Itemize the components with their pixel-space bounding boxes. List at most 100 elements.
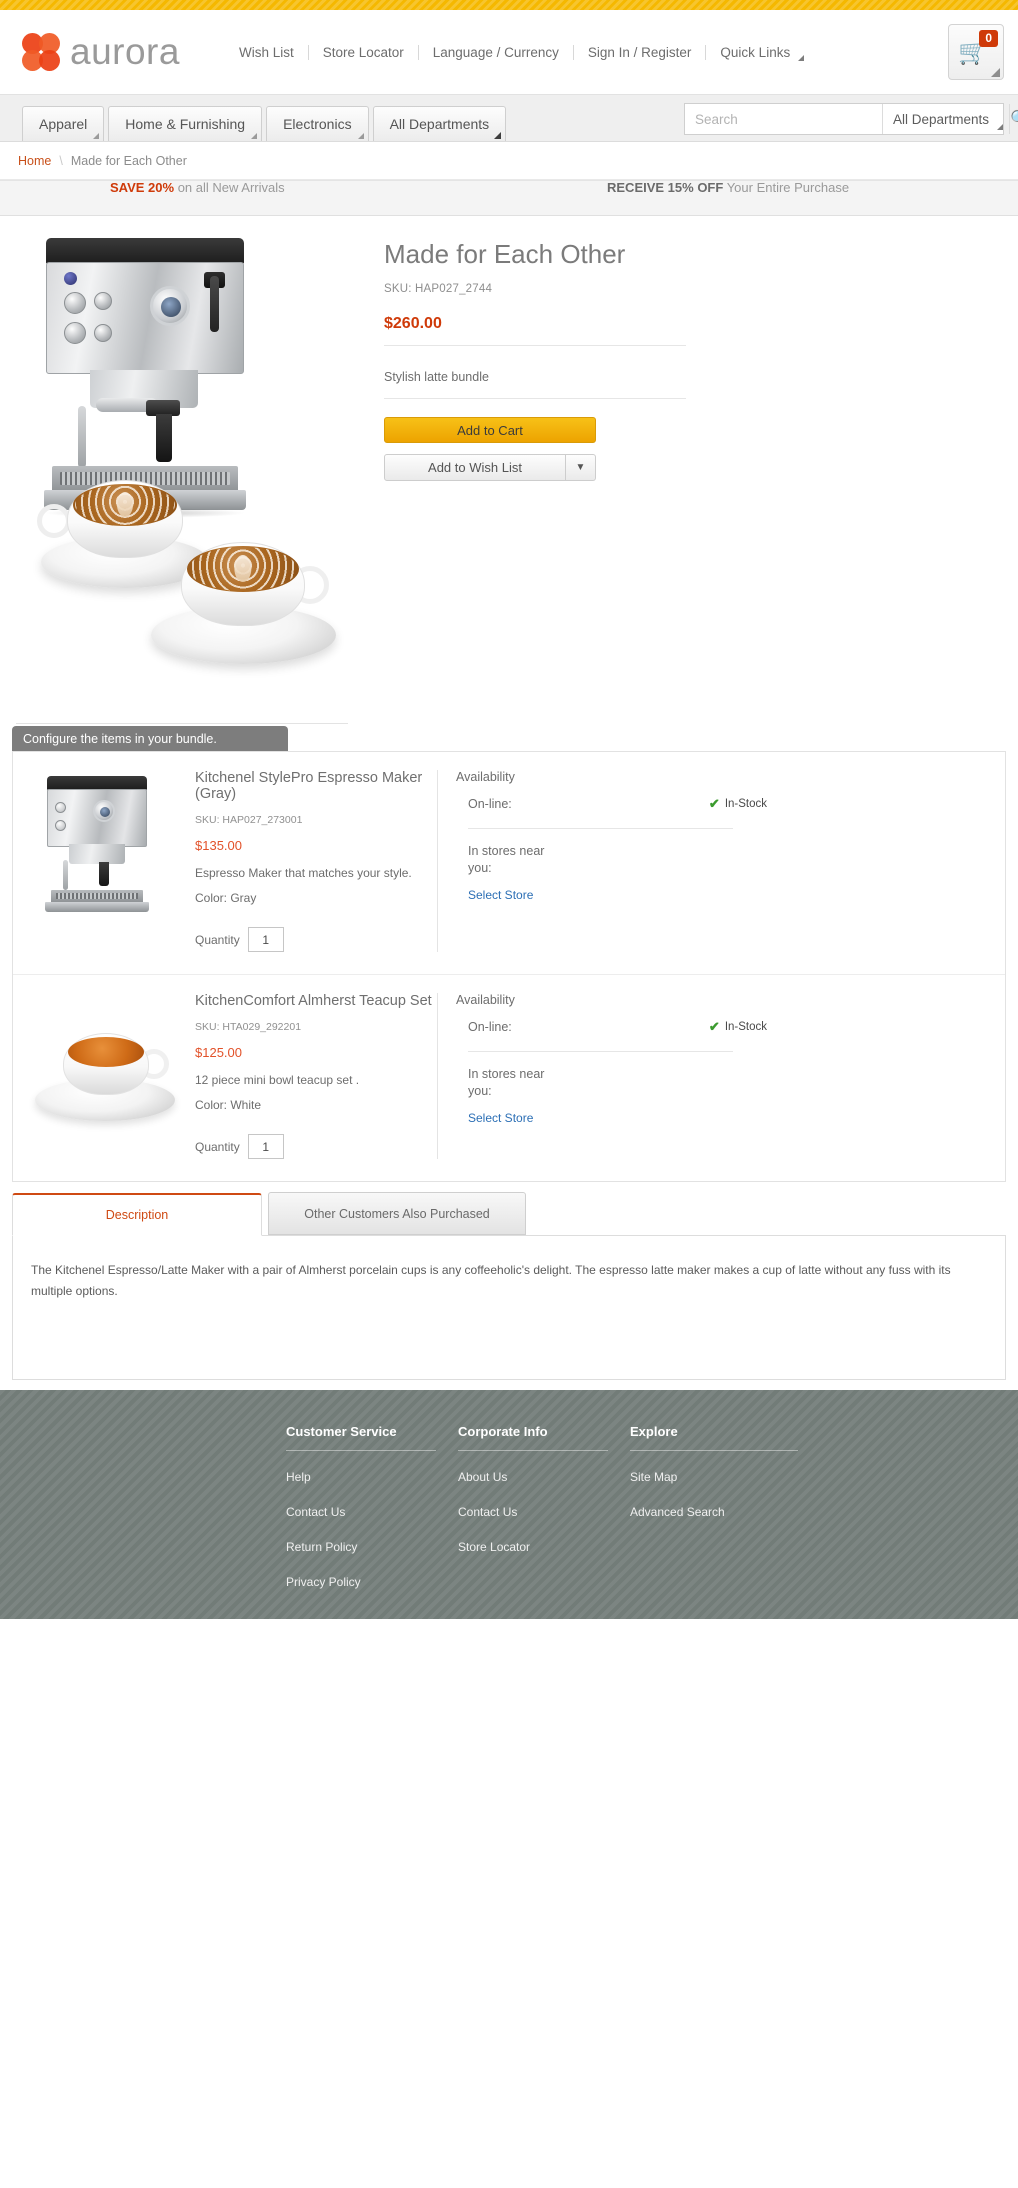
promo-right: RECEIVE 15% OFF Your Entire Purchase bbox=[607, 180, 849, 195]
latte-cup-illustration bbox=[151, 526, 336, 666]
bundle-item-title[interactable]: KitchenComfort Almherst Teacup Set bbox=[195, 993, 437, 1009]
select-store-link[interactable]: Select Store bbox=[468, 888, 533, 902]
footer-link-site-map[interactable]: Site Map bbox=[630, 1470, 830, 1484]
corner-dropdown-icon bbox=[997, 124, 1004, 130]
footer-column-customer-service: Customer Service Help Contact Us Return … bbox=[286, 1424, 458, 1619]
bundle-item-price: $135.00 bbox=[195, 838, 242, 853]
bundle-item-blurb: Espresso Maker that matches your style. bbox=[195, 866, 412, 880]
site-logo[interactable]: aurora bbox=[22, 31, 180, 73]
availability-title: Availability bbox=[456, 770, 515, 784]
stock-status-label: In-Stock bbox=[724, 1021, 767, 1033]
footer-column-corporate-info: Corporate Info About Us Contact Us Store… bbox=[458, 1424, 630, 1619]
product-price: $260.00 bbox=[384, 315, 442, 332]
add-to-wish-list-group: Add to Wish List ▼ bbox=[384, 454, 596, 481]
product-sku: SKU: HAP027_2744 bbox=[384, 283, 493, 295]
department-tabs: Apparel Home & Furnishing Electronics Al… bbox=[22, 106, 507, 141]
availability-stores-label: In stores near you: bbox=[468, 844, 545, 875]
quantity-input[interactable] bbox=[247, 927, 284, 952]
corner-dropdown-icon bbox=[494, 132, 502, 139]
dept-tab-home-furnishing-label: Home & Furnishing bbox=[125, 116, 246, 132]
bundle-items-container: Kitchenel StylePro Espresso Maker (Gray)… bbox=[12, 751, 1006, 1182]
footer-heading: Corporate Info bbox=[458, 1424, 548, 1439]
bundle-item-color: Color: White bbox=[195, 1098, 262, 1112]
bundle-item-sku: SKU: HTA029_292201 bbox=[195, 1021, 302, 1033]
site-footer: Customer Service Help Contact Us Return … bbox=[0, 1390, 1018, 1619]
quantity-label: Quantity bbox=[195, 932, 240, 947]
aurora-flower-logo-icon bbox=[22, 33, 60, 71]
brand-name: aurora bbox=[70, 31, 180, 72]
bundle-item-title[interactable]: Kitchenel StylePro Espresso Maker (Gray) bbox=[195, 770, 437, 802]
corner-dropdown-icon bbox=[251, 133, 258, 139]
top-accent-strip bbox=[0, 0, 1018, 10]
promo-bar: SAVE 20% on all New Arrivals RECEIVE 15%… bbox=[0, 180, 1018, 216]
dept-tab-apparel[interactable]: Apparel bbox=[22, 106, 105, 141]
promo-left-rest: on all New Arrivals bbox=[174, 180, 285, 195]
search-submit-button[interactable]: 🔍 bbox=[1009, 104, 1018, 134]
quantity-group: Quantity bbox=[195, 1134, 437, 1159]
product-info: Made for Each Other SKU: HAP027_2744 $26… bbox=[346, 238, 1002, 718]
add-to-cart-button[interactable]: Add to Cart bbox=[384, 417, 596, 443]
promo-left: SAVE 20% on all New Arrivals bbox=[110, 180, 285, 195]
availability-online-label: On-line: bbox=[468, 797, 512, 811]
bundle-item-price: $125.00 bbox=[195, 1045, 242, 1060]
search-scope-selector[interactable]: All Departments bbox=[882, 104, 1009, 134]
footer-link-contact-us[interactable]: Contact Us bbox=[458, 1505, 630, 1519]
promo-right-rest: Your Entire Purchase bbox=[723, 180, 850, 195]
util-link-quick-links[interactable]: Quick Links bbox=[706, 44, 812, 61]
divider bbox=[630, 1450, 798, 1451]
utility-nav: Wish List Store Locator Language / Curre… bbox=[225, 44, 812, 61]
corner-dropdown-icon bbox=[357, 133, 364, 139]
corner-dropdown-icon bbox=[991, 68, 1000, 77]
quantity-input[interactable] bbox=[247, 1134, 284, 1159]
util-link-quick-links-label: Quick Links bbox=[720, 44, 791, 60]
util-link-wish-list[interactable]: Wish List bbox=[225, 44, 309, 60]
breadcrumb-home-link[interactable]: Home bbox=[18, 154, 51, 168]
cart-button[interactable]: 🛒 0 bbox=[948, 24, 1004, 80]
bundle-item: KitchenComfort Almherst Teacup Set SKU: … bbox=[13, 974, 1005, 1181]
corner-dropdown-icon bbox=[93, 133, 100, 139]
footer-link-contact-us[interactable]: Contact Us bbox=[286, 1505, 458, 1519]
bundle-item-image[interactable] bbox=[27, 993, 187, 1143]
footer-column-explore: Explore Site Map Advanced Search bbox=[630, 1424, 830, 1619]
util-link-sign-in-register[interactable]: Sign In / Register bbox=[574, 44, 707, 60]
cart-count-badge: 0 bbox=[979, 30, 998, 47]
tab-description[interactable]: Description bbox=[12, 1193, 262, 1236]
product-tabs: Description Other Customers Also Purchas… bbox=[12, 1192, 1006, 1380]
footer-link-privacy-policy[interactable]: Privacy Policy bbox=[286, 1575, 458, 1589]
dept-tab-all-departments-label: All Departments bbox=[389, 116, 490, 132]
product-image[interactable] bbox=[16, 238, 348, 724]
bundle-item-image[interactable] bbox=[27, 770, 187, 920]
footer-link-advanced-search[interactable]: Advanced Search bbox=[630, 1505, 830, 1519]
util-link-store-locator[interactable]: Store Locator bbox=[309, 44, 419, 60]
quantity-label: Quantity bbox=[195, 1139, 240, 1154]
page-title: Made for Each Other bbox=[384, 239, 626, 269]
search-input[interactable] bbox=[685, 104, 882, 134]
footer-link-help[interactable]: Help bbox=[286, 1470, 458, 1484]
bundle-item-color: Color: Gray bbox=[195, 891, 257, 905]
dept-tab-home-furnishing[interactable]: Home & Furnishing bbox=[108, 106, 263, 141]
breadcrumb: Home \ Made for Each Other bbox=[0, 142, 1018, 180]
product-short-description: Stylish latte bundle bbox=[384, 370, 489, 384]
select-store-link[interactable]: Select Store bbox=[468, 1111, 533, 1125]
dept-tab-electronics-label: Electronics bbox=[283, 116, 352, 132]
availability-title: Availability bbox=[456, 993, 515, 1007]
add-to-wish-list-button[interactable]: Add to Wish List bbox=[384, 454, 566, 481]
search-scope-label: All Departments bbox=[893, 111, 990, 127]
availability-online-label: On-line: bbox=[468, 1020, 512, 1034]
footer-link-about-us[interactable]: About Us bbox=[458, 1470, 630, 1484]
department-bar: Apparel Home & Furnishing Electronics Al… bbox=[0, 95, 1018, 142]
dept-tab-electronics[interactable]: Electronics bbox=[266, 106, 369, 141]
footer-heading: Customer Service bbox=[286, 1424, 397, 1439]
footer-link-store-locator[interactable]: Store Locator bbox=[458, 1540, 630, 1554]
check-icon: ✔ bbox=[708, 1019, 720, 1034]
availability-online-row: On-line: ✔ In-Stock bbox=[456, 1019, 767, 1035]
util-link-language-currency[interactable]: Language / Currency bbox=[419, 44, 574, 60]
dept-tab-all-departments[interactable]: All Departments bbox=[372, 106, 507, 141]
search-icon: 🔍 bbox=[1010, 109, 1018, 129]
tab-other-customers-also-purchased[interactable]: Other Customers Also Purchased bbox=[268, 1192, 526, 1235]
footer-link-return-policy[interactable]: Return Policy bbox=[286, 1540, 458, 1554]
description-text: The Kitchenel Espresso/Latte Maker with … bbox=[31, 1263, 951, 1298]
chevron-down-icon[interactable]: ▼ bbox=[566, 454, 596, 481]
stock-status-badge: ✔ In-Stock bbox=[709, 1019, 767, 1035]
quantity-group: Quantity bbox=[195, 927, 437, 952]
